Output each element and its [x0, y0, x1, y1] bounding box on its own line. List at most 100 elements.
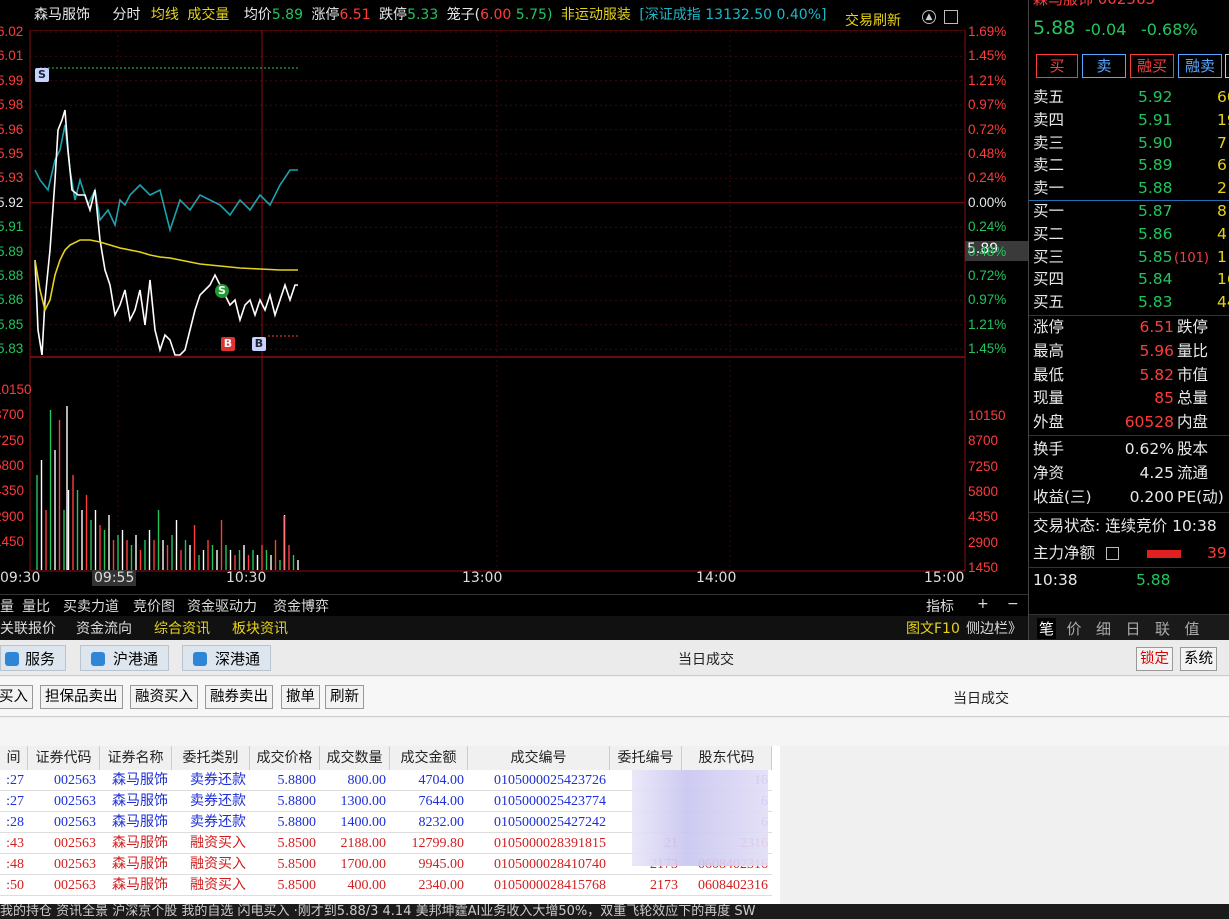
column-header[interactable]: 证券代码: [28, 746, 100, 770]
column-header[interactable]: 股东代码: [682, 746, 772, 770]
indicator-tabs: 量 量比 买卖力道 竞价图 资金驱动力 资金博弈 指标 + −: [0, 594, 1030, 616]
trade-refresh-link[interactable]: 交易刷新: [845, 10, 901, 30]
indicator-button[interactable]: 指标: [926, 596, 954, 616]
zoom-out-button[interactable]: −: [1007, 596, 1019, 612]
nav-service[interactable]: 服务: [0, 645, 67, 671]
f10-link[interactable]: 图文F10: [906, 618, 960, 638]
ask-volume: 7: [1217, 133, 1227, 152]
stat-value: 5.82: [1139, 365, 1174, 384]
table-cell: 8232.00: [418, 815, 465, 830]
column-header[interactable]: 间: [0, 746, 28, 770]
column-header[interactable]: 委托类别: [172, 746, 250, 770]
mode-tab-avg[interactable]: 均线: [151, 7, 179, 23]
tab-fund-flow[interactable]: 资金流向: [76, 618, 132, 638]
list-icon[interactable]: [1106, 547, 1119, 560]
detail-tab[interactable]: 值: [1185, 618, 1200, 639]
table-row[interactable]: :50 002563 森马服饰 融资买入 5.8500 400.00 2340.00 0105…: [0, 875, 772, 896]
table-cell: 0608402316: [698, 878, 768, 893]
nav-shenzhen-hk[interactable]: 深港通: [182, 645, 272, 671]
bid-price[interactable]: 5.84: [1138, 268, 1173, 291]
bid-volume: 4: [1217, 224, 1227, 243]
table-cell: 2188.00: [340, 836, 387, 851]
stat-value: 0.62%: [1124, 440, 1174, 458]
sector-name[interactable]: 非运动服装: [561, 7, 631, 23]
table-cell: 002563: [54, 836, 96, 851]
stat-label-right: 跌停: [1177, 318, 1209, 336]
margin-buy-button[interactable]: 融买: [1130, 54, 1174, 78]
tab-auction-chart[interactable]: 竞价图: [133, 596, 175, 616]
bid-price[interactable]: 5.85: [1138, 246, 1173, 269]
bid-price[interactable]: 5.86: [1138, 223, 1173, 246]
column-header[interactable]: 委托编号: [610, 746, 682, 770]
detail-tab[interactable]: 联: [1155, 618, 1170, 639]
more-button-edge[interactable]: [1225, 54, 1229, 78]
index-pct: 0.40%]: [776, 7, 827, 23]
stat-label-right: 流通: [1177, 463, 1209, 482]
column-header[interactable]: 成交价格: [250, 746, 320, 770]
price-line: [34, 109, 298, 356]
table-cell: :27: [6, 773, 24, 788]
tab-volume[interactable]: 量: [0, 596, 14, 616]
limit-down-label: 跌停: [379, 7, 408, 23]
tab-buy-sell-force[interactable]: 买卖力道: [63, 596, 119, 616]
short-sell-button[interactable]: 融卖: [1178, 54, 1222, 78]
table-cell: :27: [6, 794, 24, 809]
tab-comprehensive-info[interactable]: 综合资讯: [154, 618, 210, 638]
cancel-order-button[interactable]: 撤单: [281, 685, 320, 709]
ask-price[interactable]: 5.91: [1138, 109, 1173, 132]
price-tick: 5.96: [0, 121, 24, 137]
detail-tab[interactable]: 日: [1126, 618, 1141, 639]
sell-button[interactable]: 卖: [1082, 54, 1126, 78]
volume-tick: 7250: [0, 432, 25, 448]
mode-tab-time[interactable]: 分时: [112, 7, 140, 23]
system-button[interactable]: 系统: [1180, 647, 1217, 671]
zoom-in-button[interactable]: +: [977, 596, 989, 612]
lock-button[interactable]: 锁定: [1136, 647, 1173, 671]
index-label[interactable]: [深证成指: [639, 7, 700, 23]
detail-tab[interactable]: 价: [1067, 618, 1082, 639]
buy-marker-b[interactable]: B: [252, 337, 266, 351]
sell-marker-s[interactable]: S: [35, 68, 49, 82]
tab-fund-drive[interactable]: 资金驱动力: [187, 596, 257, 616]
time-label-1500: 15:00: [924, 570, 965, 586]
sell-marker-s-green[interactable]: S: [215, 284, 229, 298]
mode-tab-vol[interactable]: 成交量: [187, 7, 229, 23]
sidebar-toggle[interactable]: 侧边栏》: [966, 618, 1022, 638]
tab-related-quotes[interactable]: 关联报价: [0, 618, 56, 638]
collapse-icon[interactable]: ▲: [922, 10, 936, 24]
buy-button[interactable]: 买: [1036, 54, 1078, 78]
short-sell-tool-button[interactable]: 融券卖出: [205, 685, 273, 709]
table-cell: 5.8800: [277, 773, 317, 788]
refresh-button[interactable]: 刷新: [325, 685, 364, 709]
nav-shanghai-hk[interactable]: 沪港通: [80, 645, 170, 671]
table-cell: 0105000028410740: [494, 857, 606, 872]
bid-price[interactable]: 5.83: [1138, 291, 1173, 314]
column-header[interactable]: 成交编号: [468, 746, 610, 770]
tab-volume-ratio[interactable]: 量比: [22, 596, 50, 616]
detail-tab[interactable]: 细: [1096, 618, 1111, 639]
detail-tab[interactable]: 笔: [1037, 618, 1057, 639]
buy-tool-button[interactable]: 买入: [0, 685, 33, 709]
column-header[interactable]: 成交数量: [320, 746, 390, 770]
tab-fund-game[interactable]: 资金博弈: [273, 596, 329, 616]
collateral-sell-button[interactable]: 担保品卖出: [40, 685, 123, 709]
price-tick: 5.99: [0, 72, 24, 88]
buy-marker-b-red[interactable]: B: [221, 337, 235, 351]
ask-price[interactable]: 5.92: [1138, 86, 1173, 109]
table-cell: :43: [6, 836, 24, 851]
column-header[interactable]: 成交金额: [390, 746, 468, 770]
table-cell: 5.8500: [277, 857, 317, 872]
ask-price[interactable]: 5.90: [1138, 132, 1173, 155]
bid-price[interactable]: 5.87: [1138, 200, 1173, 223]
bid-label: 买四: [1033, 270, 1065, 289]
tab-sector-info[interactable]: 板块资讯: [232, 618, 288, 638]
ask-volume: 19: [1217, 110, 1229, 129]
ask-price[interactable]: 5.89: [1138, 154, 1173, 177]
column-header[interactable]: 证券名称: [100, 746, 172, 770]
time-label-1300: 13:00: [462, 570, 503, 586]
window-icon[interactable]: [944, 10, 958, 24]
margin-buy-tool-button[interactable]: 融资买入: [130, 685, 198, 709]
ask-price[interactable]: 5.88: [1138, 177, 1173, 200]
nav-shanghai-hk-label: 沪港通: [113, 650, 159, 668]
intraday-chart[interactable]: [0, 30, 1030, 592]
